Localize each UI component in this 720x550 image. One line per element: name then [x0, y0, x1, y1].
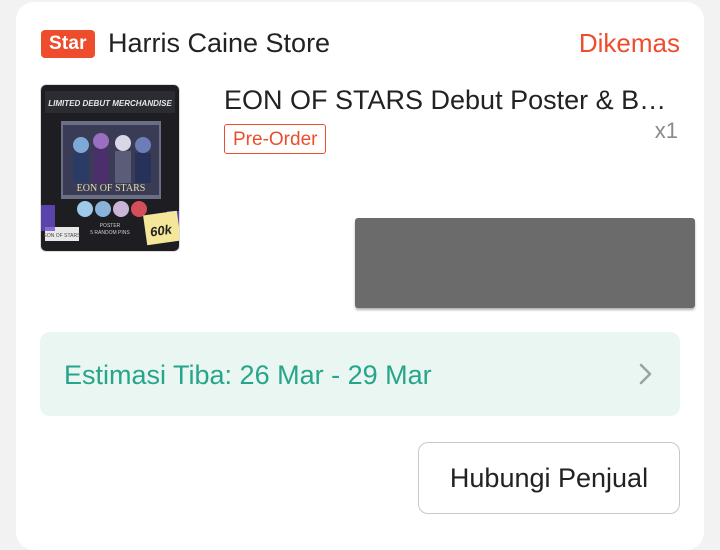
product-title[interactable]: EON OF STARS Debut Poster & B… — [224, 82, 684, 118]
contact-seller-button[interactable]: Hubungi Penjual — [418, 442, 680, 514]
image-brand-text: EON OF STARS — [44, 233, 82, 239]
chevron-right-icon — [636, 358, 656, 390]
pre-order-tag: Pre-Order — [224, 124, 327, 154]
image-banner-text: LIMITED DEBUT MERCHANDISE — [48, 99, 172, 108]
product-image-art: LIMITED DEBUT MERCHANDISE EON OF STARS P… — [41, 85, 179, 251]
estimated-arrival-row[interactable]: Estimasi Tiba: 26 Mar - 29 Mar — [40, 332, 680, 416]
image-price-note: 60k — [149, 221, 173, 239]
star-badge: Star — [41, 30, 95, 58]
image-logo-text: EON OF STARS — [77, 183, 146, 194]
image-sub-text-2: 5 RANDOM PINS — [90, 230, 130, 236]
estimated-arrival-text: Estimasi Tiba: 26 Mar - 29 Mar — [64, 360, 432, 390]
image-sub-text-1: POSTER — [100, 223, 121, 229]
product-quantity: x1 — [654, 118, 678, 143]
product-thumbnail[interactable]: LIMITED DEBUT MERCHANDISE EON OF STARS P… — [40, 84, 180, 252]
order-card[interactable]: Star Harris Caine Store Dikemas LIMITED … — [16, 2, 704, 550]
store-name[interactable]: Harris Caine Store — [108, 26, 330, 60]
redacted-price-block — [355, 218, 695, 308]
order-status: Dikemas — [578, 28, 680, 58]
store-header: Star Harris Caine Store Dikemas — [16, 2, 704, 82]
